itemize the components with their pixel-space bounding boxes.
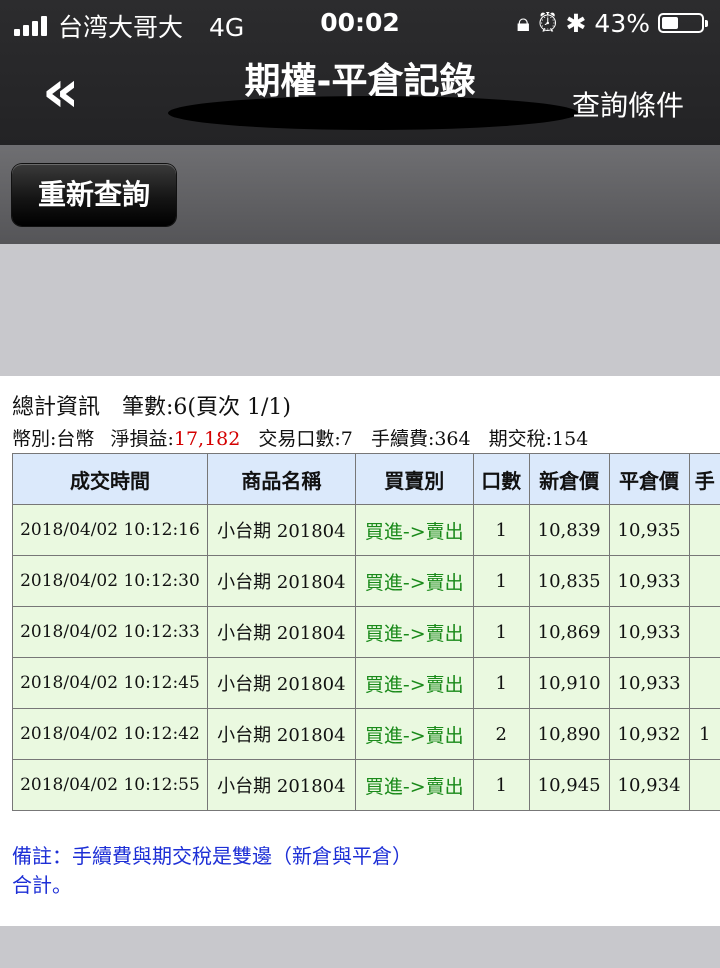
summary-line-1: 總計資訊 筆數:6(頁次 1/1) (12, 389, 291, 421)
open-price-cell: 10,835 (528, 555, 610, 607)
fee-cell (688, 606, 720, 658)
fee-cell (688, 504, 720, 556)
product-cell: 小台期 201804 (206, 657, 356, 709)
table-row[interactable]: 2018/04/02 10:12:30 小台期 201804 買進->賣出 1 … (12, 555, 720, 607)
qty-cell: 1 (472, 504, 530, 556)
rotation-lock-icon: 🔒︎ (516, 8, 530, 37)
open-price-cell: 10,839 (528, 504, 610, 556)
qty-cell: 1 (472, 555, 530, 607)
table-row[interactable]: 2018/04/02 10:12:16 小台期 201804 買進->賣出 1 … (12, 504, 720, 556)
remarks-note: 備註：手續費與期交稅是雙邊（新倉與平倉）合計。 (12, 844, 412, 897)
net-pl-value: 17,182 (173, 428, 241, 450)
product-cell: 小台期 201804 (206, 606, 356, 658)
qty-cell: 2 (472, 708, 530, 760)
close-price-cell: 10,935 (608, 504, 690, 556)
fee-cell (688, 657, 720, 709)
table-header-row: 成交時間 商品名稱 買賣別 口數 新倉價 平倉價 手 (12, 453, 720, 505)
battery-percent: 43% (594, 8, 650, 38)
close-price-cell: 10,933 (608, 555, 690, 607)
column-header[interactable]: 買賣別 (354, 453, 474, 505)
column-header[interactable]: 口數 (472, 453, 530, 505)
product-cell: 小台期 201804 (206, 759, 356, 811)
trade-time-cell: 2018/04/02 10:12:33 (12, 606, 208, 658)
closed-positions-table: 成交時間 商品名稱 買賣別 口數 新倉價 平倉價 手 2018/04/02 10… (12, 453, 720, 811)
redaction-mark (168, 96, 578, 130)
column-header[interactable]: 新倉價 (528, 453, 610, 505)
table-row[interactable]: 2018/04/02 10:12:55 小台期 201804 買進->賣出 1 … (12, 759, 720, 811)
close-price-cell: 10,934 (608, 759, 690, 811)
trade-time-cell: 2018/04/02 10:12:45 (12, 657, 208, 709)
side-cell: 買進->賣出 (354, 759, 474, 811)
battery-icon (658, 13, 708, 33)
side-cell: 買進->賣出 (354, 504, 474, 556)
column-header[interactable]: 手 (688, 453, 720, 505)
trade-time-cell: 2018/04/02 10:12:30 (12, 555, 208, 607)
column-header[interactable]: 平倉價 (608, 453, 690, 505)
table-row[interactable]: 2018/04/02 10:12:33 小台期 201804 買進->賣出 1 … (12, 606, 720, 658)
trade-time-cell: 2018/04/02 10:12:42 (12, 708, 208, 760)
product-cell: 小台期 201804 (206, 504, 356, 556)
open-price-cell: 10,945 (528, 759, 610, 811)
tax-total: 期交稅:154 (488, 428, 589, 450)
side-cell: 買進->賣出 (354, 657, 474, 709)
open-price-cell: 10,890 (528, 708, 610, 760)
product-cell: 小台期 201804 (206, 555, 356, 607)
fee-cell (688, 555, 720, 607)
close-price-cell: 10,933 (608, 657, 690, 709)
net-pl-label: 淨損益: (110, 428, 174, 450)
column-header[interactable]: 商品名稱 (206, 453, 356, 505)
open-price-cell: 10,910 (528, 657, 610, 709)
close-price-cell: 10,932 (608, 708, 690, 760)
qty-cell: 1 (472, 657, 530, 709)
table-row[interactable]: 2018/04/02 10:12:42 小台期 201804 買進->賣出 2 … (12, 708, 720, 760)
trade-time-cell: 2018/04/02 10:12:16 (12, 504, 208, 556)
side-cell: 買進->賣出 (354, 555, 474, 607)
fee-total: 手續費:364 (370, 428, 471, 450)
requery-button[interactable]: 重新查詢 (12, 164, 176, 226)
side-cell: 買進->賣出 (354, 708, 474, 760)
query-conditions-button[interactable]: 查詢條件 (572, 84, 684, 124)
summary-heading: 總計資訊 (12, 395, 101, 420)
summary-line-2: 幣別:台幣 淨損益:17,182 交易口數:7 手續費:364 期交稅:154 (12, 424, 588, 451)
fee-cell: 1 (688, 708, 720, 760)
lots-count: 交易口數:7 (258, 428, 353, 450)
bluetooth-icon: ✱ (565, 8, 587, 38)
alarm-icon: ⏰︎ (537, 8, 558, 37)
record-count: 筆數:6(頁次 1/1) (122, 395, 291, 420)
top-navigation-bar: 台湾大哥大 4G 00:02 🔒︎ ⏰︎ ✱ 43% « 期權-平倉記錄 查詢條… (0, 0, 720, 145)
close-price-cell: 10,933 (608, 606, 690, 658)
fee-cell (688, 759, 720, 811)
currency-label: 幣別:台幣 (12, 428, 95, 450)
qty-cell: 1 (472, 759, 530, 811)
qty-cell: 1 (472, 606, 530, 658)
side-cell: 買進->賣出 (354, 606, 474, 658)
column-header[interactable]: 成交時間 (12, 453, 208, 505)
status-bar: 台湾大哥大 4G 00:02 🔒︎ ⏰︎ ✱ 43% (0, 0, 720, 50)
product-cell: 小台期 201804 (206, 708, 356, 760)
table-row[interactable]: 2018/04/02 10:12:45 小台期 201804 買進->賣出 1 … (12, 657, 720, 709)
trade-time-cell: 2018/04/02 10:12:55 (12, 759, 208, 811)
open-price-cell: 10,869 (528, 606, 610, 658)
